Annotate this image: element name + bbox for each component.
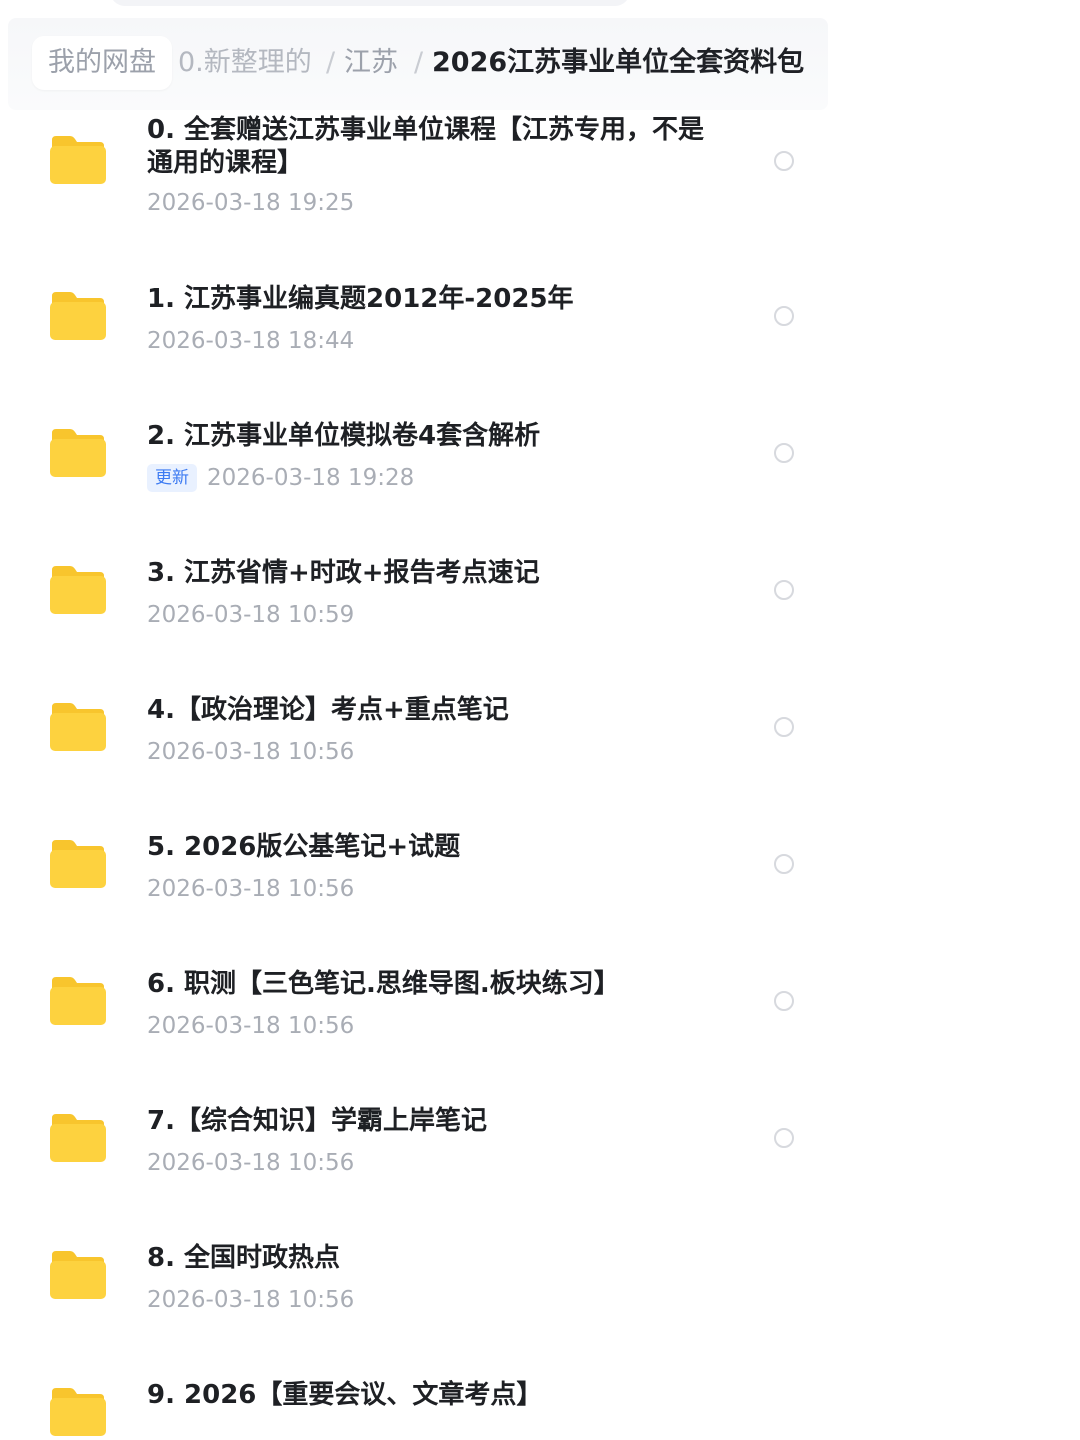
file-list: 0. 全套赠送江苏事业单位课程【江苏专用，不是通用的课程】 2026-03-18… [8,110,828,1440]
file-name: 6. 职测【三色笔记.思维导图.板块练习】 [147,969,620,999]
file-browser-page: 我的网盘 0.新整理的 / 江苏 / 2026江苏事业单位全套资料包 0. 全套… [0,0,1080,1440]
update-badge: 更新 [147,464,197,492]
file-name: 7.【综合知识】学霸上岸笔记 [147,1106,487,1136]
breadcrumb-current: 2026江苏事业单位全套资料包 [432,47,805,78]
file-date: 2026-03-18 10:56 [147,737,354,767]
file-name: 1. 江苏事业编真题2012年-2025年 [147,284,574,314]
search-bar[interactable] [110,0,630,6]
folder-icon [50,840,106,888]
file-name: 9. 2026【重要会议、文章考点】 [147,1380,543,1410]
select-checkbox[interactable] [774,151,794,171]
select-checkbox[interactable] [774,580,794,600]
select-checkbox[interactable] [774,854,794,874]
file-row[interactable]: 7.【综合知识】学霸上岸笔记 2026-03-18 10:56 [8,1087,828,1224]
folder-icon [50,1114,106,1162]
file-date: 2026-03-18 19:25 [147,188,354,218]
modified-time: 2026-03-18 10:56 [147,1013,355,1039]
file-date: 2026-03-18 10:56 [147,874,354,904]
select-checkbox[interactable] [774,443,794,463]
modified-time: 2026-03-18 18:44 [147,328,355,354]
file-name: 8. 全国时政热点 [147,1243,341,1273]
file-name: 3. 江苏省情+时政+报告考点速记 [147,558,540,588]
folder-icon [50,429,106,477]
modified-time: 2026-03-18 10:56 [147,876,355,902]
file-row[interactable]: 5. 2026版公基笔记+试题 2026-03-18 10:56 [8,813,828,950]
modified-time: 2026-03-18 19:25 [147,190,355,216]
breadcrumb-root[interactable]: 我的网盘 [32,36,172,90]
folder-icon [50,292,106,340]
select-checkbox[interactable] [774,306,794,326]
breadcrumb-separator: / [326,47,336,78]
file-row[interactable]: 9. 2026【重要会议、文章考点】 [8,1361,828,1440]
breadcrumb-separator: / [414,47,424,78]
file-name: 2. 江苏事业单位模拟卷4套含解析 [147,421,541,451]
modified-time: 2026-03-18 10:56 [147,739,355,765]
file-row[interactable]: 4.【政治理论】考点+重点笔记 2026-03-18 10:56 [8,676,828,813]
select-checkbox[interactable] [774,991,794,1011]
file-date: 2026-03-18 18:44 [147,326,354,356]
select-checkbox[interactable] [774,1128,794,1148]
file-date: 2026-03-18 10:56 [147,1148,354,1178]
file-row[interactable]: 1. 江苏事业编真题2012年-2025年 2026-03-18 18:44 [8,265,828,402]
file-row[interactable]: 8. 全国时政热点 2026-03-18 10:56 [8,1224,828,1361]
folder-icon [50,136,106,184]
file-row[interactable]: 6. 职测【三色笔记.思维导图.板块练习】 2026-03-18 10:56 [8,950,828,1087]
file-date: 2026-03-18 10:59 [147,600,354,630]
file-row[interactable]: 0. 全套赠送江苏事业单位课程【江苏专用，不是通用的课程】 2026-03-18… [8,110,828,247]
modified-time: 2026-03-18 19:28 [207,465,415,491]
folder-icon [50,1388,106,1436]
file-row[interactable]: 2. 江苏事业单位模拟卷4套含解析 更新 2026-03-18 19:28 [8,402,828,539]
modified-time: 2026-03-18 10:56 [147,1287,355,1313]
file-date: 更新 2026-03-18 19:28 [147,463,414,493]
modified-time: 2026-03-18 10:59 [147,602,355,628]
folder-icon [50,703,106,751]
select-checkbox[interactable] [774,717,794,737]
breadcrumb-item-newly-sorted[interactable]: 0.新整理的 [178,46,312,80]
folder-icon [50,566,106,614]
breadcrumb: 我的网盘 0.新整理的 / 江苏 / 2026江苏事业单位全套资料包 [8,18,828,110]
file-name: 4.【政治理论】考点+重点笔记 [147,695,509,725]
breadcrumb-item-jiangsu[interactable]: 江苏 [344,46,398,80]
file-name: 5. 2026版公基笔记+试题 [147,832,461,862]
file-date: 2026-03-18 10:56 [147,1011,354,1041]
modified-time: 2026-03-18 10:56 [147,1150,355,1176]
folder-icon [50,1251,106,1299]
file-row[interactable]: 3. 江苏省情+时政+报告考点速记 2026-03-18 10:59 [8,539,828,676]
folder-icon [50,977,106,1025]
file-name: 0. 全套赠送江苏事业单位课程【江苏专用，不是通用的课程】 [147,115,705,178]
file-date: 2026-03-18 10:56 [147,1285,354,1315]
